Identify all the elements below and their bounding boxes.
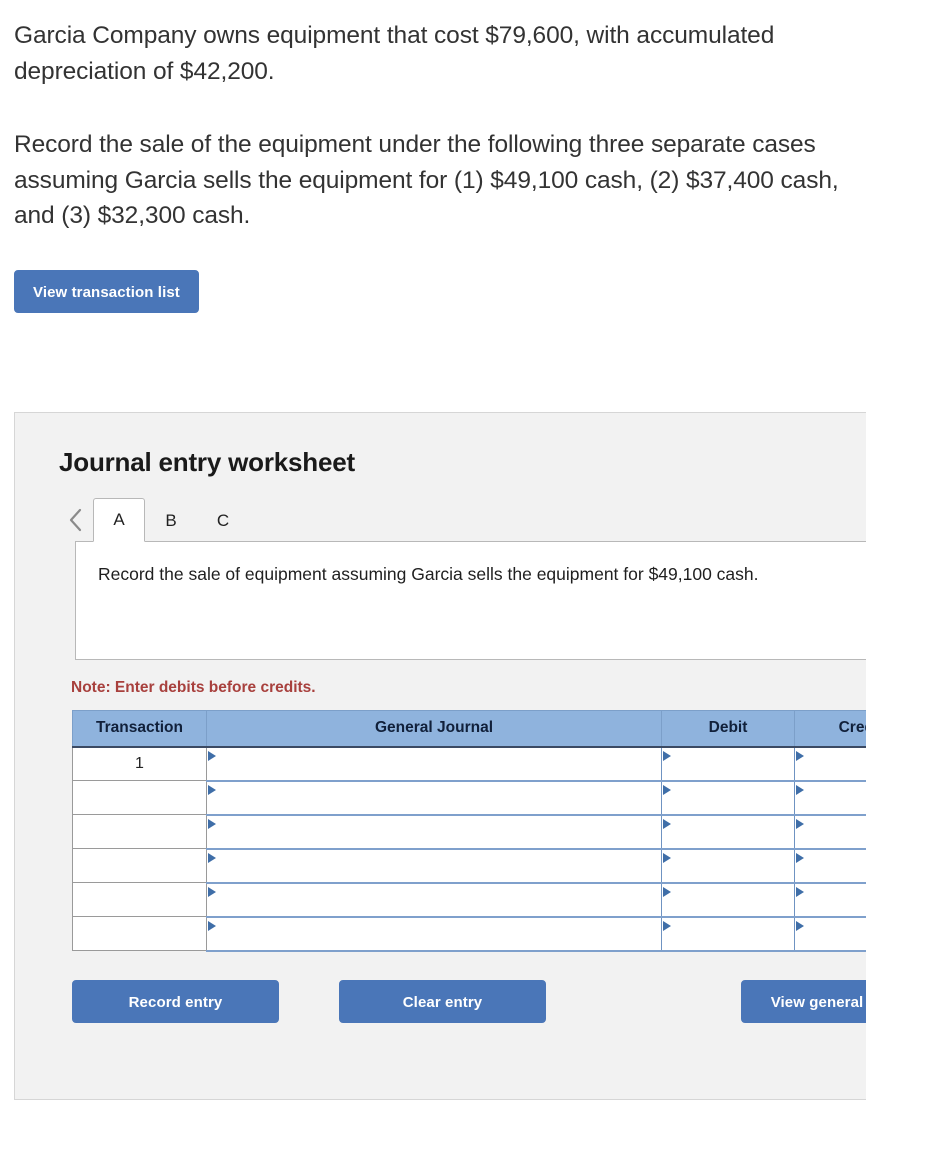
dropdown-caret-icon [208,852,216,863]
table-row: 1 [72,745,866,782]
tab-b[interactable]: B [145,498,197,542]
transaction-number-cell: 1 [72,746,207,781]
credit-input-2[interactable] [794,779,866,816]
tab-content-pane: Record the sale of equipment assuming Ga… [75,541,866,660]
transaction-number-cell [72,814,207,849]
general-journal-input-3[interactable] [206,813,662,850]
transaction-number-cell [72,780,207,815]
credit-input-6[interactable] [794,915,866,952]
table-row [72,915,866,952]
debit-input-2[interactable] [661,779,795,816]
dropdown-caret-icon [663,818,671,829]
table-row [72,779,866,816]
tab-a-label: A [113,510,125,529]
dropdown-caret-icon [208,886,216,897]
journal-entry-worksheet-panel: Journal entry worksheet A B C Record the… [14,412,866,1100]
worksheet-title: Journal entry worksheet [59,447,355,477]
worksheet-footer-buttons: Record entry Clear entry View general jo… [15,952,866,1023]
column-header-transaction: Transaction [72,710,207,748]
transaction-number-cell [72,882,207,917]
credit-input-5[interactable] [794,881,866,918]
general-journal-input-1[interactable] [206,745,662,782]
dropdown-caret-icon [796,818,804,829]
credit-input-4[interactable] [794,847,866,884]
record-entry-button[interactable]: Record entry [72,979,279,1023]
toolbar: View transaction list [0,234,941,313]
debits-before-credits-note: Note: Enter debits before credits. [71,679,316,696]
credit-input-3[interactable] [794,813,866,850]
dropdown-caret-icon [663,750,671,761]
tab-c[interactable]: C [197,498,249,542]
case-description: Record the sale of equipment assuming Ga… [98,564,759,584]
credit-input-1[interactable] [794,745,866,782]
problem-paragraph-2: Record the sale of the equipment under t… [14,131,839,230]
dropdown-caret-icon [663,920,671,931]
transaction-number-cell [72,848,207,883]
problem-paragraph-1: Garcia Company owns equipment that cost … [14,22,775,85]
dropdown-caret-icon [796,920,804,931]
tab-b-label: B [165,510,177,530]
table-row [72,881,866,918]
dropdown-caret-icon [663,886,671,897]
chevron-left-icon[interactable] [59,499,93,541]
dropdown-caret-icon [796,750,804,761]
general-journal-input-5[interactable] [206,881,662,918]
table-row [72,847,866,884]
tab-c-label: C [216,510,230,530]
table-row [72,813,866,850]
general-journal-input-6[interactable] [206,915,662,952]
dropdown-caret-icon [796,784,804,795]
dropdown-caret-icon [208,784,216,795]
general-journal-input-4[interactable] [206,847,662,884]
worksheet-tabs: A B C [15,478,866,542]
view-transaction-list-button[interactable]: View transaction list [14,269,199,313]
dropdown-caret-icon [796,886,804,897]
problem-statement: Garcia Company owns equipment that cost … [0,0,941,234]
dropdown-caret-icon [208,818,216,829]
dropdown-caret-icon [208,750,216,761]
journal-entry-table: Transaction General Journal Debit Credit… [72,710,866,952]
view-general-journal-button[interactable]: View general journal [741,979,866,1023]
clear-entry-button[interactable]: Clear entry [339,979,546,1023]
debit-input-1[interactable] [661,745,795,782]
debit-input-4[interactable] [661,847,795,884]
table-header-row: Transaction General Journal Debit Credit [72,710,866,748]
column-header-credit: Credit [794,710,866,748]
dropdown-caret-icon [208,920,216,931]
dropdown-caret-icon [663,784,671,795]
tab-a[interactable]: A [93,498,145,542]
transaction-number-cell [72,916,207,951]
debit-input-3[interactable] [661,813,795,850]
debit-input-5[interactable] [661,881,795,918]
column-header-general-journal: General Journal [206,710,662,748]
dropdown-caret-icon [663,852,671,863]
column-header-debit: Debit [661,710,795,748]
general-journal-input-2[interactable] [206,779,662,816]
debit-input-6[interactable] [661,915,795,952]
dropdown-caret-icon [796,852,804,863]
journal-table-wrap: Transaction General Journal Debit Credit… [15,697,866,952]
